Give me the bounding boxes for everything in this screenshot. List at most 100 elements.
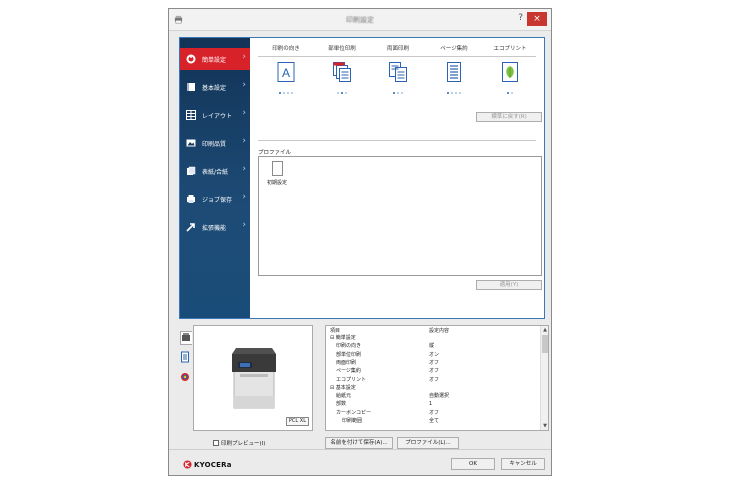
quick-option-collate[interactable]: 部単位印刷 xyxy=(312,44,372,94)
tab-printer-preview[interactable] xyxy=(180,331,192,345)
scroll-thumb[interactable] xyxy=(542,335,548,353)
title-bar: 印刷設定 ? × xyxy=(169,9,551,31)
sidebar-item-advanced[interactable]: 拡張機能 › xyxy=(180,216,250,238)
sidebar-item-label: 簡単設定 xyxy=(202,57,227,64)
settings-row-value: オフ xyxy=(429,409,440,416)
quick-option-orientation[interactable]: 印刷の向き A xyxy=(256,44,316,94)
settings-row-key: 印刷範囲 xyxy=(342,418,363,424)
settings-header: 項目 設定内容 xyxy=(326,328,536,335)
settings-row-value: 自動選択 xyxy=(429,393,450,400)
sidebar-item-label: 拡張機能 xyxy=(202,225,227,232)
divider xyxy=(258,140,536,141)
chevron-right-icon: › xyxy=(242,192,246,202)
chevron-right-icon: › xyxy=(242,136,246,146)
orientation-glyph: A xyxy=(282,66,290,80)
sidebar-item-quality[interactable]: 印刷品質 › xyxy=(180,132,250,154)
pdl-badge: PCL XL xyxy=(285,417,309,426)
profile-label: プロファイル xyxy=(258,150,292,156)
tab-page-preview[interactable] xyxy=(180,351,192,365)
settings-row-key: 印刷の向き xyxy=(336,343,362,350)
dialog-footer: KYOCERa OK キャンセル xyxy=(169,449,551,477)
scroll-down-icon[interactable]: ▼ xyxy=(541,422,548,430)
quick-setup-icon xyxy=(186,54,196,64)
option-label: ページ集約 xyxy=(440,46,468,52)
preview-tabs xyxy=(179,325,193,435)
advanced-icon xyxy=(186,223,195,232)
settings-row-key: ⊟ 基本設定 xyxy=(330,384,356,391)
ok-button[interactable]: OK xyxy=(451,458,495,470)
settings-row-value: オン xyxy=(429,351,440,358)
page-icon xyxy=(181,351,189,363)
chevron-right-icon: › xyxy=(242,80,246,90)
settings-row-value: オフ xyxy=(429,359,440,366)
settings-row-value: 縦 xyxy=(429,343,435,350)
sidebar-item-basic[interactable]: 基本設定 › xyxy=(180,76,250,98)
settings-row: 印刷の向き 縦 xyxy=(326,343,536,350)
settings-row-key: 部数 xyxy=(336,401,347,408)
header-value: 設定内容 xyxy=(429,328,450,334)
profile-button[interactable]: プロファイル(L)... xyxy=(397,437,459,449)
option-indicator xyxy=(368,92,428,94)
option-label: 両面印刷 xyxy=(386,46,409,52)
settings-row-key: 部単位印刷 xyxy=(336,351,362,358)
settings-row-key: ⊟ 簡単設定 xyxy=(330,335,356,341)
sidebar-item-label: ジョブ保存 xyxy=(202,197,233,204)
quality-icon xyxy=(186,139,196,147)
settings-row-key: カーボンコピー xyxy=(336,409,372,416)
settings-row: 給紙元 自動選択 xyxy=(326,393,536,400)
window-title: 印刷設定 xyxy=(346,16,374,24)
settings-row: カーボンコピー オフ xyxy=(326,410,536,417)
option-indicator xyxy=(424,92,484,94)
cancel-button[interactable]: キャンセル xyxy=(501,458,545,470)
close-button[interactable]: × xyxy=(527,12,547,26)
chevron-right-icon: › xyxy=(242,164,246,174)
settings-row-value: 全て xyxy=(429,418,440,424)
option-indicator xyxy=(312,92,372,94)
apply-profile-button[interactable]: 適用(Y) xyxy=(476,280,542,290)
settings-row: ページ集約 オフ xyxy=(326,368,536,375)
sidebar-item-quick-setup[interactable]: 簡単設定 › xyxy=(180,48,250,70)
settings-summary[interactable]: 項目 設定内容 ⊟ 簡単設定 印刷の向き縦部単位印刷 オン 両面印刷 オフ ページ集約 オフ… xyxy=(325,325,549,431)
profile-list[interactable]: 初期設定 xyxy=(258,156,542,276)
sidebar-item-cover[interactable]: 表紙/合紙 › xyxy=(180,160,250,182)
chevron-right-icon: › xyxy=(242,220,246,230)
sidebar-item-label: 基本設定 xyxy=(202,85,227,92)
kyocera-logo-mark xyxy=(183,460,192,469)
collate-icon xyxy=(333,62,351,82)
reset-defaults-button[interactable]: 標準に戻す(R) xyxy=(476,112,542,122)
help-button[interactable]: ? xyxy=(518,13,523,23)
settings-row: 部単位印刷 オン xyxy=(326,352,536,359)
settings-row: 印刷範囲 全て xyxy=(326,418,536,425)
main-panel: 簡単設定 › 基本設定 › レイアウト › 印刷品質 › 表紙/合紙 › ジョブ… xyxy=(179,37,545,319)
settings-row-key: エコプリント xyxy=(336,376,367,383)
save-as-button[interactable]: 名前を付けて保存(A)... xyxy=(325,437,393,449)
quick-option-duplex[interactable]: 両面印刷 xyxy=(368,44,428,94)
checkbox-box[interactable] xyxy=(213,440,219,446)
tab-color-preview[interactable] xyxy=(180,371,192,385)
settings-row-value: 1 xyxy=(429,401,433,408)
cover-icon xyxy=(187,166,196,175)
scroll-up-icon[interactable]: ▲ xyxy=(541,326,548,334)
duplex-icon xyxy=(389,62,407,82)
sidebar-item-label: レイアウト xyxy=(202,113,233,120)
divider xyxy=(258,56,536,57)
print-settings-dialog: 印刷設定 ? × 簡単設定 › 基本設定 › レイアウト › 印刷品質 › 表紙… xyxy=(168,8,552,476)
option-label: 部単位印刷 xyxy=(328,46,356,52)
profile-item-label: 初期設定 xyxy=(266,180,287,186)
profile-item[interactable]: 初期設定 xyxy=(263,161,291,186)
ecoprint-icon xyxy=(502,62,518,82)
sidebar: 簡単設定 › 基本設定 › レイアウト › 印刷品質 › 表紙/合紙 › ジョブ… xyxy=(180,38,250,318)
settings-row-key: 給紙元 xyxy=(336,393,352,400)
quick-option-multi-page[interactable]: ページ集約 xyxy=(424,44,484,94)
chevron-right-icon: › xyxy=(242,108,246,118)
sidebar-item-layout[interactable]: レイアウト › xyxy=(180,104,250,126)
print-preview-checkbox[interactable]: 印刷プレビュー(I) xyxy=(213,439,265,447)
quick-setup-content: 印刷の向き A 部単位印刷 両面印刷 ページ集約 エコプリント 標準に戻す(R)… xyxy=(250,38,544,318)
header-item: 項目 xyxy=(330,328,341,334)
settings-row-value: オフ xyxy=(429,376,440,383)
settings-scrollbar[interactable]: ▲ ▼ xyxy=(540,326,548,430)
sidebar-item-job-store[interactable]: ジョブ保存 › xyxy=(180,188,250,210)
option-indicator xyxy=(480,92,540,94)
quick-option-ecoprint[interactable]: エコプリント xyxy=(480,44,540,94)
basic-icon xyxy=(187,83,195,91)
